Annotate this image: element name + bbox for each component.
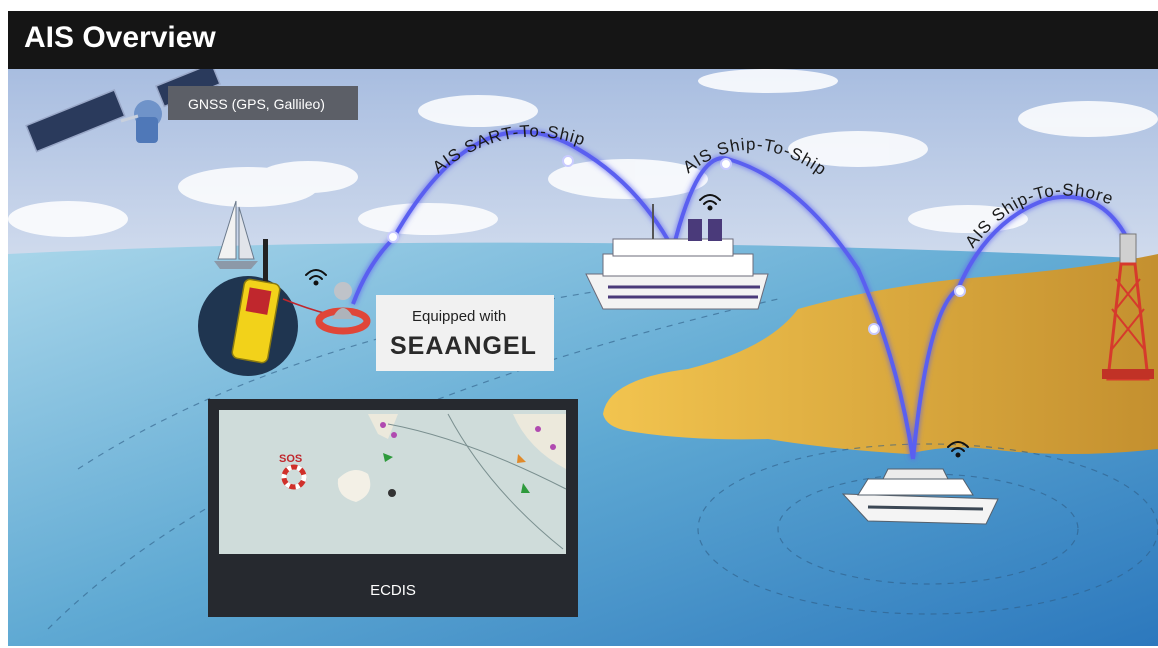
ecdis-label: ECDIS xyxy=(370,582,416,599)
title-bar: AIS Overview xyxy=(8,11,1158,69)
brand-logo: SEAANGEL xyxy=(390,332,537,360)
equipped-text: Equipped with xyxy=(412,308,506,325)
gnss-label: GNSS (GPS, Gallileo) xyxy=(188,96,325,112)
ecdis-panel: SOS ECDIS xyxy=(208,399,578,617)
ais-scene: GNSS (GPS, Gallileo) AIS SART-To-Ship AI… xyxy=(8,69,1158,646)
diagram: AIS Overview GNSS (GPS, Gallileo) AIS SA… xyxy=(0,0,1158,648)
sos-label: SOS xyxy=(279,453,302,465)
page-title: AIS Overview xyxy=(24,21,216,54)
